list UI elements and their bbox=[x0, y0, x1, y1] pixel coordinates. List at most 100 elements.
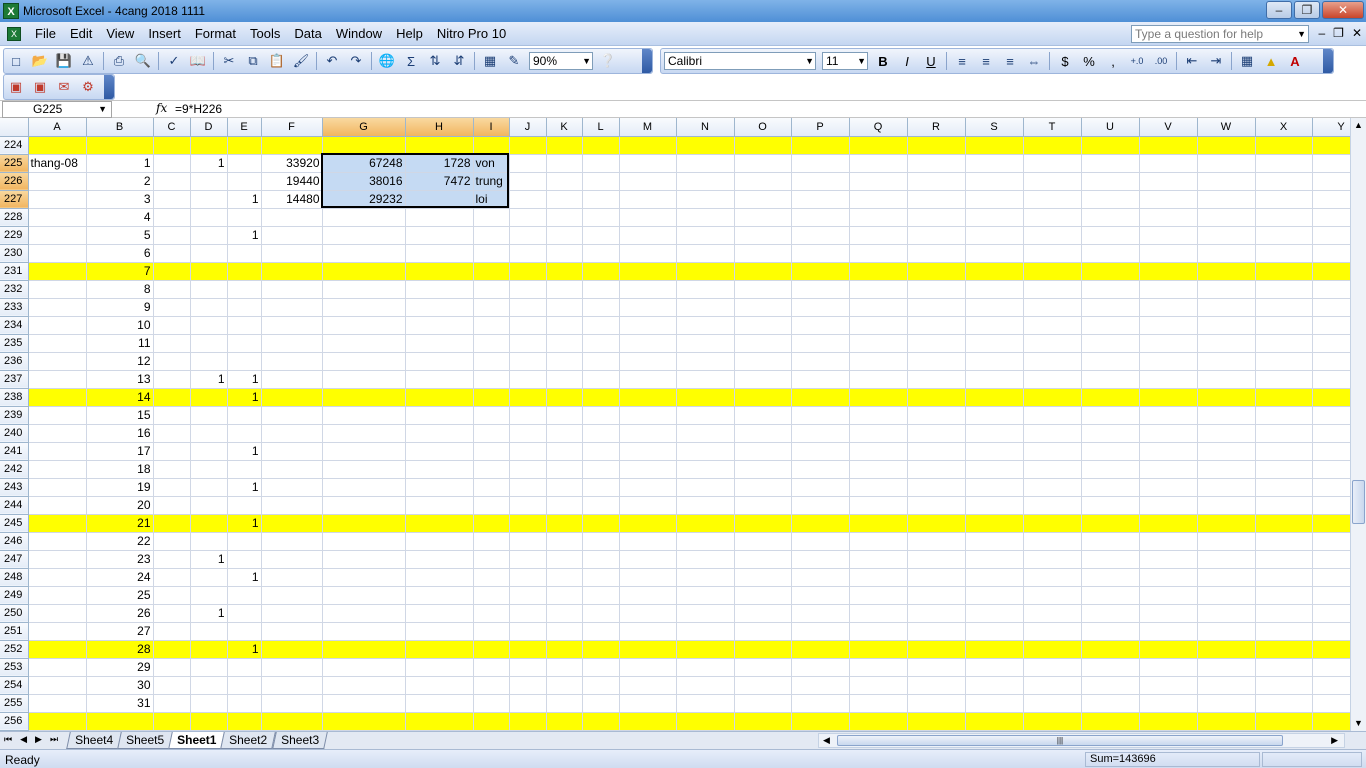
cell-g241[interactable] bbox=[322, 442, 406, 461]
cell-m238[interactable] bbox=[619, 388, 677, 407]
row-header[interactable]: 252 bbox=[0, 640, 29, 659]
horizontal-scrollbar[interactable]: ◀ ||| ▶ bbox=[818, 733, 1345, 748]
cell-c225[interactable] bbox=[153, 154, 191, 173]
cell-e226[interactable] bbox=[227, 172, 262, 191]
cell-h249[interactable] bbox=[405, 586, 474, 605]
cell-g244[interactable] bbox=[322, 496, 406, 515]
cell-f227[interactable]: 14480 bbox=[261, 190, 323, 209]
cell-f224[interactable] bbox=[261, 136, 323, 155]
cell-p256[interactable] bbox=[791, 712, 850, 731]
column-header-l[interactable]: L bbox=[582, 118, 620, 137]
sort-ascending-icon[interactable]: ⇅ bbox=[424, 51, 446, 71]
cell-w256[interactable] bbox=[1197, 712, 1256, 731]
cell-m231[interactable] bbox=[619, 262, 677, 281]
cell-j226[interactable] bbox=[509, 172, 547, 191]
cell-e227[interactable]: 1 bbox=[227, 190, 262, 209]
cell-s240[interactable] bbox=[965, 424, 1024, 443]
cell-i231[interactable] bbox=[473, 262, 510, 281]
cell-i228[interactable] bbox=[473, 208, 510, 227]
cell-h224[interactable] bbox=[405, 136, 474, 155]
cell-w244[interactable] bbox=[1197, 496, 1256, 515]
cell-k236[interactable] bbox=[546, 352, 583, 371]
cell-e245[interactable]: 1 bbox=[227, 514, 262, 533]
cell-x244[interactable] bbox=[1255, 496, 1313, 515]
cell-m239[interactable] bbox=[619, 406, 677, 425]
cell-o226[interactable] bbox=[734, 172, 792, 191]
cell-y250[interactable] bbox=[1312, 604, 1350, 623]
cell-e241[interactable]: 1 bbox=[227, 442, 262, 461]
cell-p251[interactable] bbox=[791, 622, 850, 641]
cell-n232[interactable] bbox=[676, 280, 735, 299]
row-header[interactable]: 246 bbox=[0, 532, 29, 551]
cell-j229[interactable] bbox=[509, 226, 547, 245]
cell-g248[interactable] bbox=[322, 568, 406, 587]
cell-y248[interactable] bbox=[1312, 568, 1350, 587]
cell-t230[interactable] bbox=[1023, 244, 1082, 263]
cell-h243[interactable] bbox=[405, 478, 474, 497]
restore-button[interactable]: ❐ bbox=[1294, 1, 1320, 19]
help-icon[interactable]: ❔ bbox=[597, 51, 619, 71]
scroll-up-icon[interactable]: ▲ bbox=[1351, 118, 1366, 133]
cell-m225[interactable] bbox=[619, 154, 677, 173]
cell-a224[interactable] bbox=[28, 136, 87, 155]
cell-t247[interactable] bbox=[1023, 550, 1082, 569]
cell-c237[interactable] bbox=[153, 370, 191, 389]
column-header-e[interactable]: E bbox=[227, 118, 262, 137]
cell-b243[interactable]: 19 bbox=[86, 478, 154, 497]
cell-h255[interactable] bbox=[405, 694, 474, 713]
doc-close-button[interactable]: ✕ bbox=[1352, 26, 1362, 40]
cell-b247[interactable]: 23 bbox=[86, 550, 154, 569]
cell-t235[interactable] bbox=[1023, 334, 1082, 353]
cell-l249[interactable] bbox=[582, 586, 620, 605]
cell-g256[interactable] bbox=[322, 712, 406, 731]
select-all-corner[interactable] bbox=[0, 118, 29, 137]
cell-j253[interactable] bbox=[509, 658, 547, 677]
cell-d247[interactable]: 1 bbox=[190, 550, 228, 569]
column-header-f[interactable]: F bbox=[261, 118, 323, 137]
cell-f242[interactable] bbox=[261, 460, 323, 479]
bold-icon[interactable]: B bbox=[872, 51, 894, 71]
cell-i238[interactable] bbox=[473, 388, 510, 407]
cell-j254[interactable] bbox=[509, 676, 547, 695]
cell-a242[interactable] bbox=[28, 460, 87, 479]
cell-y224[interactable] bbox=[1312, 136, 1350, 155]
cell-f235[interactable] bbox=[261, 334, 323, 353]
cell-p244[interactable] bbox=[791, 496, 850, 515]
cell-p245[interactable] bbox=[791, 514, 850, 533]
cell-x253[interactable] bbox=[1255, 658, 1313, 677]
cell-c240[interactable] bbox=[153, 424, 191, 443]
cell-o247[interactable] bbox=[734, 550, 792, 569]
cell-v256[interactable] bbox=[1139, 712, 1198, 731]
column-header-v[interactable]: V bbox=[1139, 118, 1198, 137]
cell-v243[interactable] bbox=[1139, 478, 1198, 497]
cell-w243[interactable] bbox=[1197, 478, 1256, 497]
cell-k255[interactable] bbox=[546, 694, 583, 713]
row-header[interactable]: 225 bbox=[0, 154, 29, 173]
cell-t237[interactable] bbox=[1023, 370, 1082, 389]
cell-w254[interactable] bbox=[1197, 676, 1256, 695]
cell-b234[interactable]: 10 bbox=[86, 316, 154, 335]
cell-u251[interactable] bbox=[1081, 622, 1140, 641]
cell-o243[interactable] bbox=[734, 478, 792, 497]
cell-p242[interactable] bbox=[791, 460, 850, 479]
cell-t254[interactable] bbox=[1023, 676, 1082, 695]
cell-c242[interactable] bbox=[153, 460, 191, 479]
cell-m247[interactable] bbox=[619, 550, 677, 569]
chevron-down-icon[interactable]: ▼ bbox=[857, 53, 866, 69]
cell-h247[interactable] bbox=[405, 550, 474, 569]
cell-w229[interactable] bbox=[1197, 226, 1256, 245]
cell-p225[interactable] bbox=[791, 154, 850, 173]
cell-p234[interactable] bbox=[791, 316, 850, 335]
cell-l253[interactable] bbox=[582, 658, 620, 677]
cell-j231[interactable] bbox=[509, 262, 547, 281]
cell-f245[interactable] bbox=[261, 514, 323, 533]
cell-h256[interactable] bbox=[405, 712, 474, 731]
cell-y227[interactable] bbox=[1312, 190, 1350, 209]
cell-p255[interactable] bbox=[791, 694, 850, 713]
cell-l226[interactable] bbox=[582, 172, 620, 191]
cell-j228[interactable] bbox=[509, 208, 547, 227]
cell-q256[interactable] bbox=[849, 712, 908, 731]
cell-u253[interactable] bbox=[1081, 658, 1140, 677]
nitro-email-pdf-icon[interactable]: ✉ bbox=[53, 77, 75, 97]
cell-c244[interactable] bbox=[153, 496, 191, 515]
